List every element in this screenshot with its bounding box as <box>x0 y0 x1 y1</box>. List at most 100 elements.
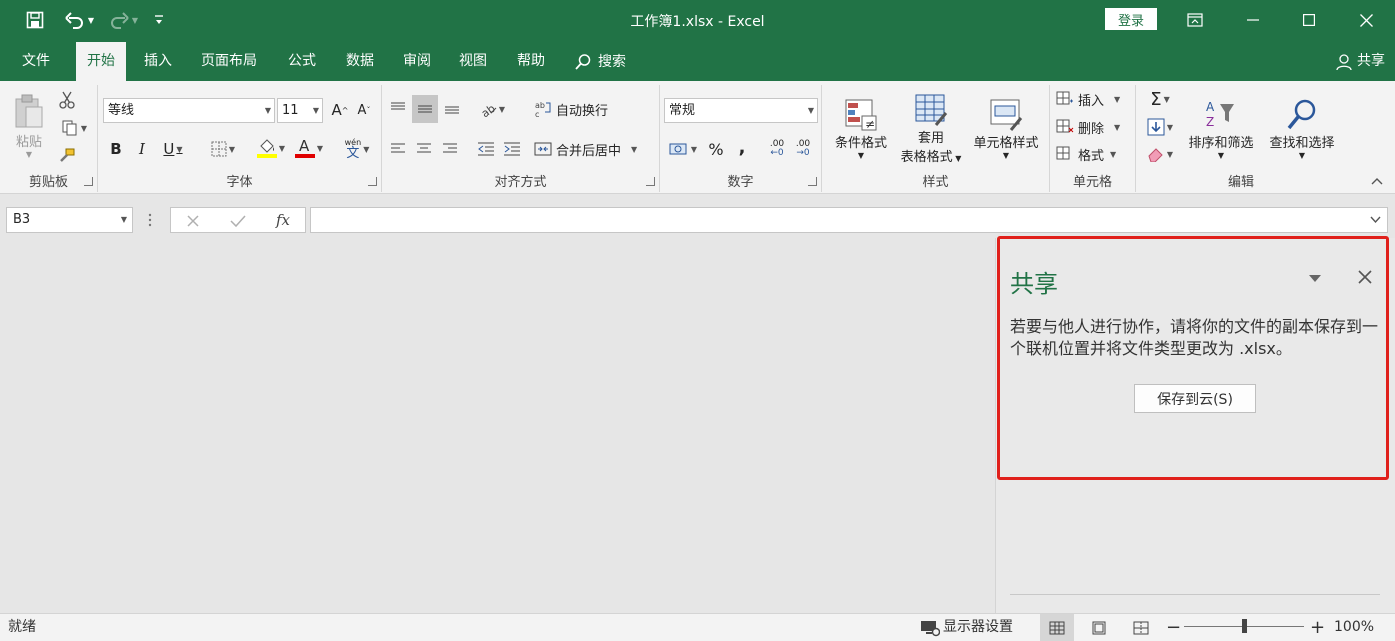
formula-bar-grip-icon[interactable] <box>148 212 152 228</box>
align-center-icon[interactable] <box>412 137 436 161</box>
increase-indent-icon[interactable] <box>500 137 524 161</box>
pane-options-icon[interactable] <box>1308 272 1324 286</box>
tab-page-layout[interactable]: 页面布局 <box>190 42 268 81</box>
workbook-area[interactable] <box>0 246 995 613</box>
font-name-select[interactable]: 等线 ▼ <box>103 98 275 123</box>
format-as-table-label-2: 表格格式 ▼ <box>900 150 962 165</box>
insert-function-button[interactable]: fx <box>271 210 295 230</box>
login-button[interactable]: 登录 <box>1105 8 1157 30</box>
merge-center-label: 合并后居中 <box>556 143 622 159</box>
tab-data[interactable]: 数据 <box>335 42 385 81</box>
zoom-in-button[interactable]: + <box>1310 614 1325 641</box>
font-color-button[interactable]: A ▼ <box>290 135 328 161</box>
comma-style-button[interactable]: , <box>734 135 750 159</box>
border-button[interactable]: ▼ <box>204 137 242 161</box>
format-painter-icon[interactable] <box>56 145 78 167</box>
magnifier-icon <box>1287 99 1316 130</box>
tab-insert[interactable]: 插入 <box>133 42 183 81</box>
align-middle-icon[interactable] <box>412 95 438 123</box>
cell-styles-button[interactable]: 单元格样式 ▼ <box>966 89 1046 169</box>
group-alignment: ab ▼ ab c 自动换行 合并后居中 ▼ 对齐方式 <box>382 85 660 192</box>
find-select-button[interactable]: 查找和选择 ▼ <box>1262 89 1342 169</box>
dialog-launcher-font[interactable] <box>368 177 377 186</box>
fill-color-button[interactable]: ▼ <box>252 135 290 161</box>
tab-view[interactable]: 视图 <box>448 42 498 81</box>
delete-cells-button[interactable]: 删除 ▼ <box>1056 115 1132 139</box>
orientation-icon: ab <box>479 102 497 117</box>
zoom-out-button[interactable]: − <box>1166 614 1181 641</box>
delete-cells-label: 删除 <box>1078 121 1105 137</box>
cancel-entry-icon[interactable] <box>183 211 203 231</box>
align-bottom-icon[interactable] <box>440 95 464 121</box>
expand-formula-icon[interactable] <box>1370 213 1381 228</box>
orientation-button[interactable]: ab ▼ <box>474 97 510 121</box>
page-layout-view-icon[interactable] <box>1084 614 1114 641</box>
share-button[interactable]: 共享 <box>1335 42 1385 81</box>
shrink-font-icon[interactable]: Aˇ <box>354 99 374 121</box>
align-top-icon[interactable] <box>386 95 410 121</box>
save-to-cloud-button[interactable]: 保存到云(S) <box>1134 384 1256 413</box>
wrap-text-button[interactable]: ab c 自动换行 <box>534 97 626 121</box>
align-left-icon[interactable] <box>386 137 410 161</box>
ribbon-display-icon[interactable] <box>1166 0 1224 40</box>
tab-file[interactable]: 文件 <box>11 42 61 81</box>
italic-icon[interactable]: I <box>132 137 152 161</box>
sort-filter-label: 排序和筛选 <box>1188 136 1254 151</box>
increase-decimal-button[interactable]: .00 ←0 <box>766 137 788 161</box>
dialog-launcher-alignment[interactable] <box>646 177 655 186</box>
autosum-button[interactable]: Σ ▼ <box>1142 87 1178 111</box>
search-icon <box>575 53 591 70</box>
tab-formulas[interactable]: 公式 <box>277 42 327 81</box>
font-size-value: 11 <box>282 103 299 118</box>
sort-filter-button[interactable]: AZ 排序和筛选 ▼ <box>1180 89 1262 169</box>
dialog-launcher-clipboard[interactable] <box>84 177 93 186</box>
format-cells-button[interactable]: 格式 ▼ <box>1056 142 1132 166</box>
minimize-icon[interactable] <box>1224 0 1282 40</box>
merge-center-button[interactable]: 合并后居中 ▼ <box>534 137 652 161</box>
currency-icon <box>669 143 687 155</box>
percent-button[interactable]: % <box>706 137 726 161</box>
font-size-select[interactable]: 11 ▼ <box>277 98 323 123</box>
fill-button[interactable]: ▼ <box>1142 115 1178 139</box>
pane-close-icon[interactable] <box>1358 270 1374 286</box>
bold-icon[interactable]: B <box>106 137 126 161</box>
tab-review[interactable]: 审阅 <box>392 42 442 81</box>
page-break-view-icon[interactable] <box>1126 614 1156 641</box>
conditional-formatting-button[interactable]: ≠ 条件格式 ▼ <box>826 89 896 169</box>
collapse-ribbon-icon[interactable] <box>1368 173 1386 189</box>
clear-button[interactable]: ▼ <box>1142 142 1178 166</box>
group-label-alignment: 对齐方式 <box>494 175 547 190</box>
group-cells: 插入 ▼ 删除 ▼ 格式 ▼ 单元格 <box>1050 85 1136 192</box>
formula-input[interactable] <box>310 207 1388 233</box>
underline-button[interactable]: U ▼ <box>156 137 190 161</box>
format-as-table-button[interactable]: 套用 表格格式 ▼ <box>894 89 968 169</box>
decrease-indent-icon[interactable] <box>474 137 498 161</box>
dialog-launcher-number[interactable] <box>808 177 817 186</box>
display-settings-button[interactable]: 显示器设置 <box>920 614 1013 641</box>
paste-button[interactable]: 粘贴 ▼ <box>8 89 50 163</box>
cut-icon[interactable] <box>56 89 78 111</box>
decrease-decimal-button[interactable]: .00 →0 <box>792 137 814 161</box>
ribbon-tabs: 文件 开始 插入 页面布局 公式 数据 审阅 视图 帮助 搜索 共享 <box>0 40 1395 81</box>
grow-font-icon[interactable]: A ^ <box>330 99 350 121</box>
group-label-cells: 单元格 <box>1072 175 1112 190</box>
sort-filter-icon: AZ <box>1206 100 1234 129</box>
sigma-icon: Σ <box>1150 88 1162 110</box>
align-right-icon[interactable] <box>438 137 462 161</box>
insert-cells-button[interactable]: 插入 ▼ <box>1056 87 1132 111</box>
tell-me-search[interactable]: 搜索 <box>563 42 637 81</box>
accounting-format-button[interactable]: ▼ <box>664 137 702 161</box>
tab-home[interactable]: 开始 <box>76 42 126 81</box>
normal-view-icon[interactable] <box>1040 614 1074 641</box>
number-format-select[interactable]: 常规 ▼ <box>664 98 818 123</box>
zoom-slider-thumb[interactable] <box>1242 619 1247 633</box>
tab-help[interactable]: 帮助 <box>506 42 556 81</box>
confirm-entry-icon[interactable] <box>228 211 248 231</box>
close-icon[interactable] <box>1337 0 1395 40</box>
maximize-icon[interactable] <box>1280 0 1338 40</box>
group-label-styles: 样式 <box>922 175 949 190</box>
phonetic-button[interactable]: wén 文 ▼ <box>338 135 376 163</box>
name-box[interactable]: B3 ▼ <box>6 207 133 233</box>
copy-button[interactable]: ▼ <box>56 117 92 139</box>
zoom-level[interactable]: 100% <box>1334 614 1374 641</box>
